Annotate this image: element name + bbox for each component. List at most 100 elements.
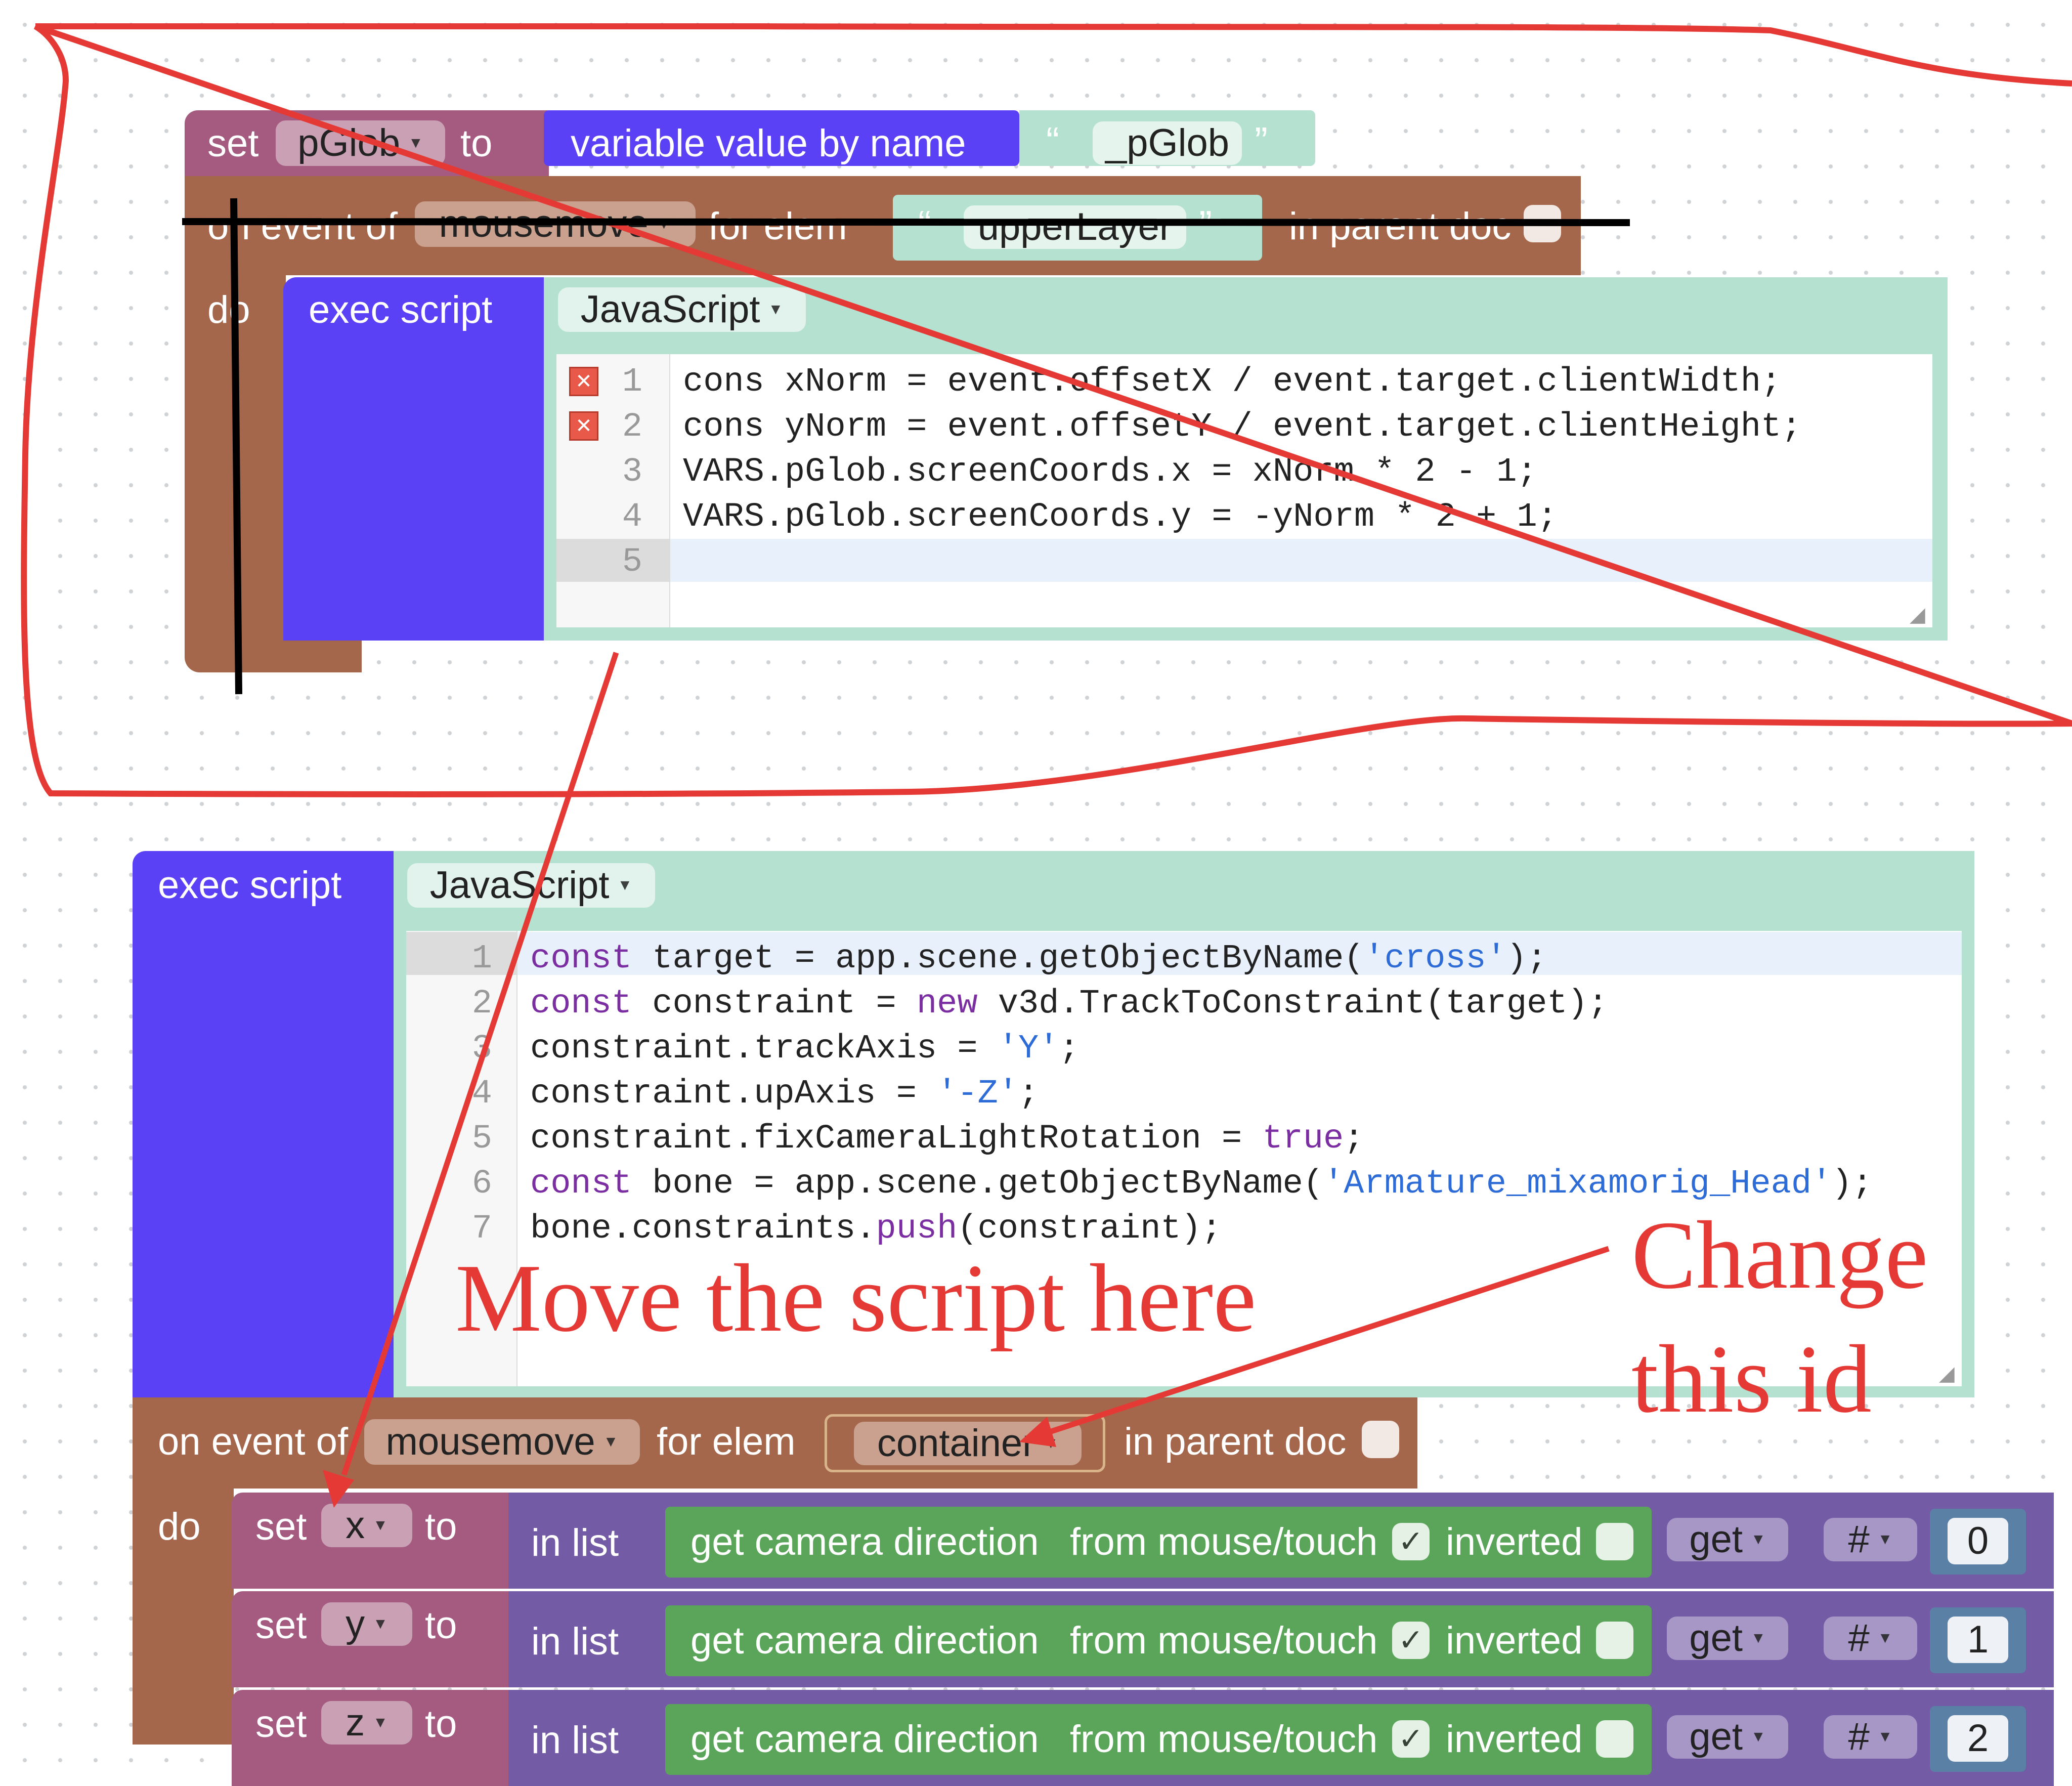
inverted-checkbox[interactable] — [1596, 1720, 1633, 1758]
to-label: to — [425, 1703, 457, 1746]
code-token: const — [530, 985, 632, 1023]
index-number-field[interactable]: 1 — [1948, 1617, 2008, 1663]
from-mouse-checkbox[interactable]: ✓ — [1392, 1523, 1430, 1560]
in-list-label: in list — [531, 1521, 619, 1564]
index-type-dropdown[interactable]: # ▼ — [1824, 1715, 1917, 1759]
pglob-string-field[interactable]: _pGlob — [1093, 121, 1242, 165]
chevron-down-icon: ▼ — [603, 1433, 619, 1450]
code-token: 'Y' — [998, 1030, 1059, 1068]
code-token: const — [530, 940, 632, 978]
change-id-annotation-line1: Change — [1631, 1201, 1928, 1309]
get-mode-dropdown[interactable]: get ▼ — [1667, 1518, 1788, 1561]
camera-direction-label: get camera direction — [690, 1718, 1039, 1761]
top-code-line: cons xNorm = event.offsetX / event.targe… — [683, 363, 1782, 401]
top-elem-id-field[interactable]: upperLayer — [964, 205, 1186, 249]
top-line-number: 4 — [622, 498, 642, 536]
top-language-dropdown[interactable]: JavaScript ▼ — [558, 287, 806, 332]
code-token: bone.constraints. — [530, 1210, 876, 1248]
chevron-down-icon: ▼ — [1877, 1531, 1893, 1548]
error-icon: ✕ — [569, 367, 598, 396]
chevron-down-icon: ▼ — [617, 877, 633, 894]
bottom-for-elem-label: for elem — [657, 1420, 796, 1463]
chevron-down-icon: ▼ — [373, 1615, 388, 1632]
bottom-language-dropdown[interactable]: JavaScript ▼ — [407, 863, 655, 908]
index-number-text: 0 — [1967, 1519, 1989, 1562]
variable-value-label: variable value by name — [571, 122, 966, 165]
bottom-line-number: 2 — [471, 985, 492, 1023]
chevron-down-icon: ▼ — [1877, 1630, 1893, 1646]
chevron-down-icon: ▼ — [656, 216, 672, 232]
inverted-label: inverted — [1446, 1718, 1583, 1761]
index-type-dropdown[interactable]: # ▼ — [1824, 1617, 1917, 1660]
bottom-line-number: 4 — [471, 1075, 492, 1113]
top-elem-id-text: upperLayer — [977, 205, 1173, 248]
bottom-event-on-label: on event of — [158, 1420, 349, 1463]
resize-handle-icon[interactable]: ◢ — [1939, 1364, 1959, 1384]
code-token: target = app.scene.getObjectByName( — [632, 940, 1364, 978]
chevron-down-icon: ▼ — [1750, 1728, 1766, 1745]
top-code-editor[interactable]: ✕ ✕ 1 cons xNorm = event.offsetX / event.… — [556, 354, 1932, 627]
code-token: constraint = — [632, 985, 917, 1023]
index-number-field[interactable]: 2 — [1948, 1715, 2008, 1762]
get-mode-text: get — [1689, 1715, 1743, 1758]
bottom-parent-doc-checkbox[interactable] — [1362, 1421, 1399, 1458]
code-token: 'Armature_mixamorig_Head' — [1323, 1165, 1832, 1203]
code-token: push — [876, 1210, 958, 1248]
set-var-dropdown[interactable]: x ▼ — [321, 1504, 412, 1547]
index-type-text: # — [1848, 1518, 1870, 1561]
chevron-down-icon: ▼ — [1750, 1630, 1766, 1646]
inverted-label: inverted — [1446, 1619, 1583, 1662]
top-event-name-text: mousemove — [439, 202, 649, 245]
inverted-checkbox[interactable] — [1596, 1622, 1633, 1659]
bottom-event-name-dropdown[interactable]: mousemove ▼ — [364, 1419, 640, 1465]
bottom-line-number: 3 — [471, 1030, 492, 1068]
chevron-down-icon: ▼ — [1877, 1728, 1893, 1745]
inverted-checkbox[interactable] — [1596, 1523, 1633, 1560]
top-exec-script-label: exec script — [309, 288, 493, 331]
bottom-elem-id-dropdown[interactable]: container ▼ — [854, 1422, 1082, 1465]
resize-handle-icon[interactable]: ◢ — [1910, 605, 1930, 625]
top-line-number: 1 — [622, 363, 642, 401]
pglob-var-dropdown[interactable]: pGlob ▼ — [276, 120, 445, 166]
get-mode-dropdown[interactable]: get ▼ — [1667, 1617, 1788, 1660]
from-mouse-checkbox[interactable]: ✓ — [1392, 1622, 1430, 1659]
code-token: ); — [1832, 1165, 1873, 1203]
pglob-var-text: pGlob — [297, 121, 401, 164]
set-label: set — [255, 1505, 307, 1548]
get-mode-dropdown[interactable]: get ▼ — [1667, 1715, 1788, 1759]
set-var-dropdown[interactable]: z ▼ — [321, 1701, 412, 1745]
index-type-text: # — [1848, 1715, 1870, 1758]
code-token: ; — [1018, 1075, 1039, 1113]
bottom-code-line: const bone = app.scene.getObjectByName('… — [530, 1167, 1873, 1201]
move-script-annotation: Move the script here — [455, 1244, 1257, 1352]
top-event-name-dropdown[interactable]: mousemove ▼ — [415, 201, 696, 247]
top-for-elem-label: for elem — [708, 205, 847, 248]
bottom-line-number: 5 — [471, 1120, 492, 1158]
error-icon: ✕ — [569, 411, 598, 441]
code-token: (constraint); — [957, 1210, 1222, 1248]
close-quote-icon: ” — [1199, 202, 1212, 247]
index-number-field[interactable]: 0 — [1948, 1518, 2008, 1564]
top-line-number: 2 — [622, 408, 642, 446]
top-do-label: do — [207, 288, 250, 331]
top-exec-script-block[interactable] — [283, 277, 546, 641]
index-type-dropdown[interactable]: # ▼ — [1824, 1518, 1917, 1561]
from-mouse-label: from mouse/touch — [1070, 1520, 1378, 1563]
chevron-down-icon: ▼ — [373, 1714, 388, 1731]
set-var-dropdown[interactable]: y ▼ — [321, 1602, 412, 1646]
bottom-code-line: const constraint = new v3d.TrackToConstr… — [530, 987, 1608, 1021]
bottom-line-number: 6 — [471, 1165, 492, 1203]
code-token: const — [530, 1165, 632, 1203]
code-token: constraint.fixCameraLightRotation = — [530, 1120, 1263, 1158]
from-mouse-checkbox[interactable]: ✓ — [1392, 1720, 1430, 1758]
top-parent-doc-checkbox[interactable] — [1524, 205, 1561, 242]
bottom-language-text: JavaScript — [429, 864, 610, 907]
bottom-elem-id-text: container — [877, 1422, 1035, 1465]
code-token: ; — [1059, 1030, 1080, 1068]
set-var-text: x — [346, 1504, 365, 1547]
open-quote-icon: “ — [1046, 119, 1059, 163]
to-label: to — [425, 1604, 457, 1647]
index-number-text: 2 — [1967, 1717, 1989, 1760]
bottom-code-line: constraint.fixCameraLightRotation = true… — [530, 1122, 1364, 1156]
bottom-exec-script-body[interactable] — [133, 851, 396, 1397]
